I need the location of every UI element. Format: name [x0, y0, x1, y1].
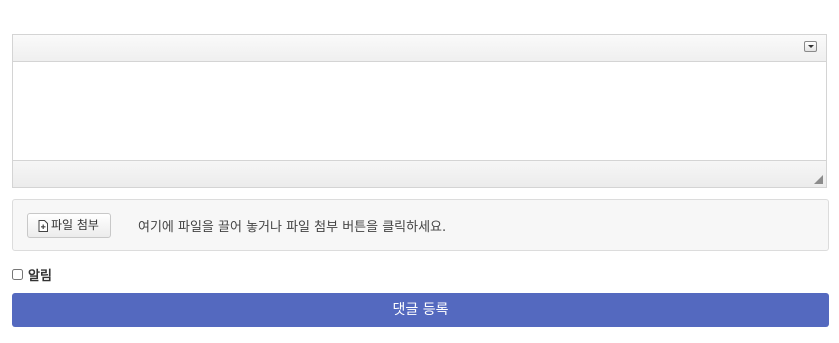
- notify-label[interactable]: 알림: [28, 265, 52, 284]
- file-attach-area[interactable]: 파일 첨부 여기에 파일을 끌어 놓거나 파일 첨부 버튼을 클릭하세요.: [12, 199, 829, 251]
- attach-hint-text: 여기에 파일을 끌어 놓거나 파일 첨부 버튼을 클릭하세요.: [138, 220, 447, 235]
- editor-toolbar: [13, 35, 826, 62]
- notify-option: 알림: [12, 265, 52, 284]
- editor-statusbar: [13, 160, 826, 187]
- chevron-down-icon[interactable]: [804, 41, 817, 52]
- notify-checkbox[interactable]: [12, 269, 23, 280]
- editor-textarea[interactable]: [13, 62, 826, 162]
- comment-editor: [12, 34, 827, 188]
- file-attach-button-label: 파일 첨부: [51, 218, 99, 232]
- file-attach-button[interactable]: 파일 첨부: [27, 213, 111, 238]
- comment-form: 파일 첨부 여기에 파일을 끌어 놓거나 파일 첨부 버튼을 클릭하세요. 알림…: [0, 0, 839, 343]
- submit-comment-button[interactable]: 댓글 등록: [12, 293, 829, 327]
- resize-corner-icon[interactable]: [814, 175, 823, 184]
- file-plus-icon: [38, 219, 48, 232]
